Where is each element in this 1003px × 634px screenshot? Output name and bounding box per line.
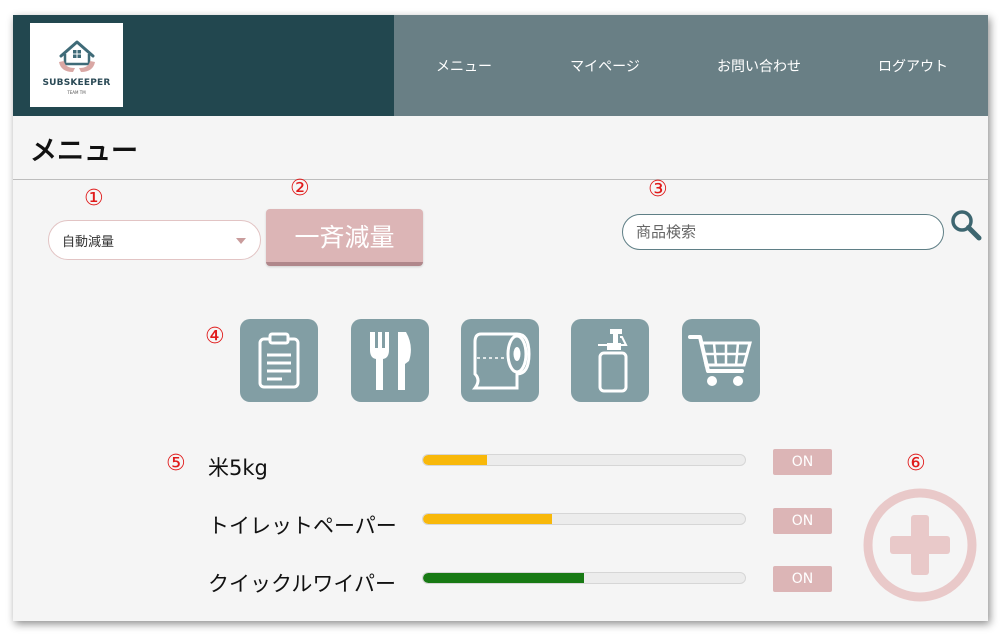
toilet-paper-icon xyxy=(472,332,531,389)
nav-item-logout[interactable]: ログアウト xyxy=(838,56,988,76)
marker-6: ⑥ xyxy=(906,451,926,476)
stock-level-fill xyxy=(423,455,488,465)
fork-knife-icon xyxy=(370,331,411,390)
bulk-reduce-button[interactable]: 一斉減量 xyxy=(266,209,423,266)
app-window: SUBSKEEPER TEAM TM メニュー マイページ お問い合わせ ログア… xyxy=(13,15,988,621)
stock-level-bar xyxy=(422,513,746,525)
nav-bar: メニュー マイページ お問い合わせ ログアウト xyxy=(394,15,988,116)
search-icon[interactable] xyxy=(948,207,984,243)
marker-1: ① xyxy=(84,186,104,211)
nav-item-contact[interactable]: お問い合わせ xyxy=(680,56,838,76)
category-paper-button[interactable] xyxy=(461,319,539,402)
category-food-button[interactable] xyxy=(351,319,429,402)
search-input[interactable] xyxy=(622,214,944,250)
clipboard-icon xyxy=(258,332,300,388)
item-name: クイックルワイパー xyxy=(208,572,396,596)
header: SUBSKEEPER TEAM TM メニュー マイページ お問い合わせ ログア… xyxy=(13,15,988,116)
category-shopping-button[interactable] xyxy=(682,319,760,402)
auto-toggle-button[interactable]: ON xyxy=(773,566,832,592)
category-detergent-button[interactable] xyxy=(571,319,649,402)
marker-3: ③ xyxy=(648,177,668,202)
category-list-button[interactable] xyxy=(240,319,318,402)
marker-4: ④ xyxy=(205,324,225,349)
nav-item-mypage[interactable]: マイページ xyxy=(530,56,680,76)
marker-2: ② xyxy=(290,176,310,201)
page-title: メニュー xyxy=(30,136,138,167)
stock-level-fill xyxy=(423,514,552,524)
marker-5: ⑤ xyxy=(166,451,186,476)
pump-bottle-icon xyxy=(598,328,628,392)
mode-select-value: 自動減量 xyxy=(62,234,115,250)
house-hands-icon xyxy=(58,40,95,72)
shopping-cart-icon xyxy=(688,334,752,386)
chevron-down-icon xyxy=(236,238,246,244)
auto-toggle-button[interactable]: ON xyxy=(773,508,832,534)
plus-icon[interactable] xyxy=(860,485,980,605)
auto-toggle-button[interactable]: ON xyxy=(773,449,832,475)
mode-select[interactable]: 自動減量 xyxy=(48,220,261,260)
title-divider xyxy=(13,179,988,180)
nav-item-menu[interactable]: メニュー xyxy=(398,56,530,76)
header-brand-area: SUBSKEEPER TEAM TM xyxy=(13,15,394,116)
item-name: トイレットペーパー xyxy=(208,514,397,538)
logo[interactable]: SUBSKEEPER TEAM TM xyxy=(30,23,123,107)
item-name: 米5kg xyxy=(208,456,268,480)
stock-level-fill xyxy=(423,573,584,583)
logo-name: SUBSKEEPER xyxy=(42,77,111,88)
stock-level-bar xyxy=(422,572,746,584)
stock-level-bar xyxy=(422,454,746,466)
logo-tagline: TEAM TM xyxy=(67,89,86,95)
